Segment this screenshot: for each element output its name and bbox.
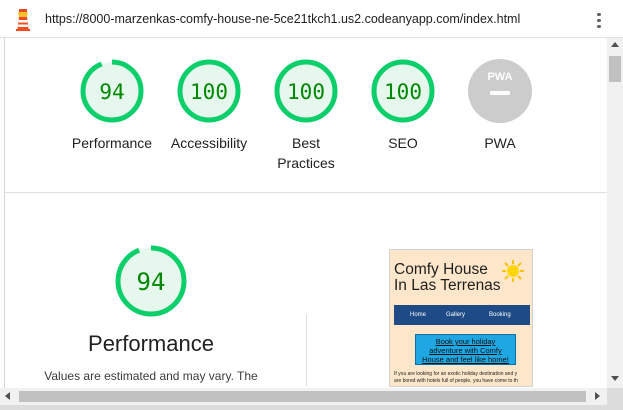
gauge-label: Best — [291, 135, 320, 151]
vertical-scrollbar[interactable] — [607, 38, 623, 388]
performance-heading: Performance — [88, 331, 214, 356]
gauge-score-value: 100 — [190, 80, 228, 104]
score-gauge-ring: 100 — [371, 59, 435, 123]
score-gauge-ring: 100 — [177, 59, 241, 123]
gauge-accessibility[interactable]: 100 Accessibility — [159, 58, 259, 153]
pwa-badge-text: PWA — [487, 71, 512, 83]
thumbnail-nav-item: Booking — [489, 312, 511, 318]
lighthouse-report: https://8000-marzenkas-comfy-house-ne-5c… — [0, 0, 623, 410]
gauge-label: PWA — [484, 135, 516, 151]
thumbnail-title: Comfy House In Las Terrenas — [394, 261, 501, 294]
estimate-note: Values are estimated and may vary. The — [44, 369, 258, 383]
window-bottom-edge — [0, 405, 607, 410]
thumbnail-nav-item: Home — [410, 312, 427, 318]
gauge-label: Accessibility — [170, 135, 248, 151]
gauge-score-value: 100 — [384, 80, 422, 104]
vertical-scroll-thumb[interactable] — [609, 56, 621, 82]
thumbnail-cta-banner: Book your holiday adventure with Comfy H… — [415, 334, 516, 365]
gauge-score-value: 94 — [137, 268, 166, 296]
scroll-down-arrow-icon[interactable] — [611, 376, 619, 381]
scroll-right-arrow-icon[interactable] — [595, 392, 600, 400]
gauge-performance[interactable]: 94 Performance — [62, 58, 162, 153]
performance-detail-gauge: 94 — [101, 244, 201, 318]
horizontal-scroll-thumb[interactable] — [19, 391, 586, 402]
gauge-pwa[interactable]: PWA PWA — [450, 58, 550, 153]
gauge-best-practices[interactable]: 100 Best Practices — [256, 58, 356, 173]
gauge-score-value: 94 — [99, 80, 124, 104]
pwa-badge-icon: PWA — [468, 59, 532, 123]
gauge-score-value: 100 — [287, 80, 325, 104]
page-screenshot-thumbnail: Comfy House In Las Terrenas Home Gallery… — [389, 249, 533, 387]
thumbnail-nav: Home Gallery Booking — [394, 305, 530, 325]
thumbnail-paragraph: If you are looking for an exotic holiday… — [394, 371, 518, 384]
horizontal-scrollbar[interactable] — [0, 388, 607, 405]
sun-icon — [502, 260, 524, 282]
gauge-label: Performance — [71, 135, 153, 151]
score-gauge-ring: 100 — [274, 59, 338, 123]
left-rule — [4, 38, 5, 388]
report-url-bar: https://8000-marzenkas-comfy-house-ne-5c… — [0, 0, 623, 38]
lighthouse-icon — [16, 9, 30, 31]
report-url-link[interactable]: https://8000-marzenkas-comfy-house-ne-5c… — [45, 12, 520, 26]
scrollbar-corner — [607, 388, 623, 410]
gauge-seo[interactable]: 100 SEO — [353, 58, 453, 153]
score-gauge-ring: 94 — [80, 59, 144, 123]
gauge-label: SEO — [388, 135, 418, 151]
gauge-label-line2: Practices — [277, 155, 335, 171]
thumbnail-nav-item: Gallery — [446, 312, 466, 318]
scroll-up-arrow-icon[interactable] — [611, 42, 619, 47]
score-gauge-ring: 94 — [115, 245, 187, 317]
section-divider — [5, 192, 607, 193]
scroll-left-arrow-icon[interactable] — [5, 392, 10, 400]
column-separator — [306, 314, 307, 386]
more-vert-icon[interactable] — [592, 11, 606, 29]
